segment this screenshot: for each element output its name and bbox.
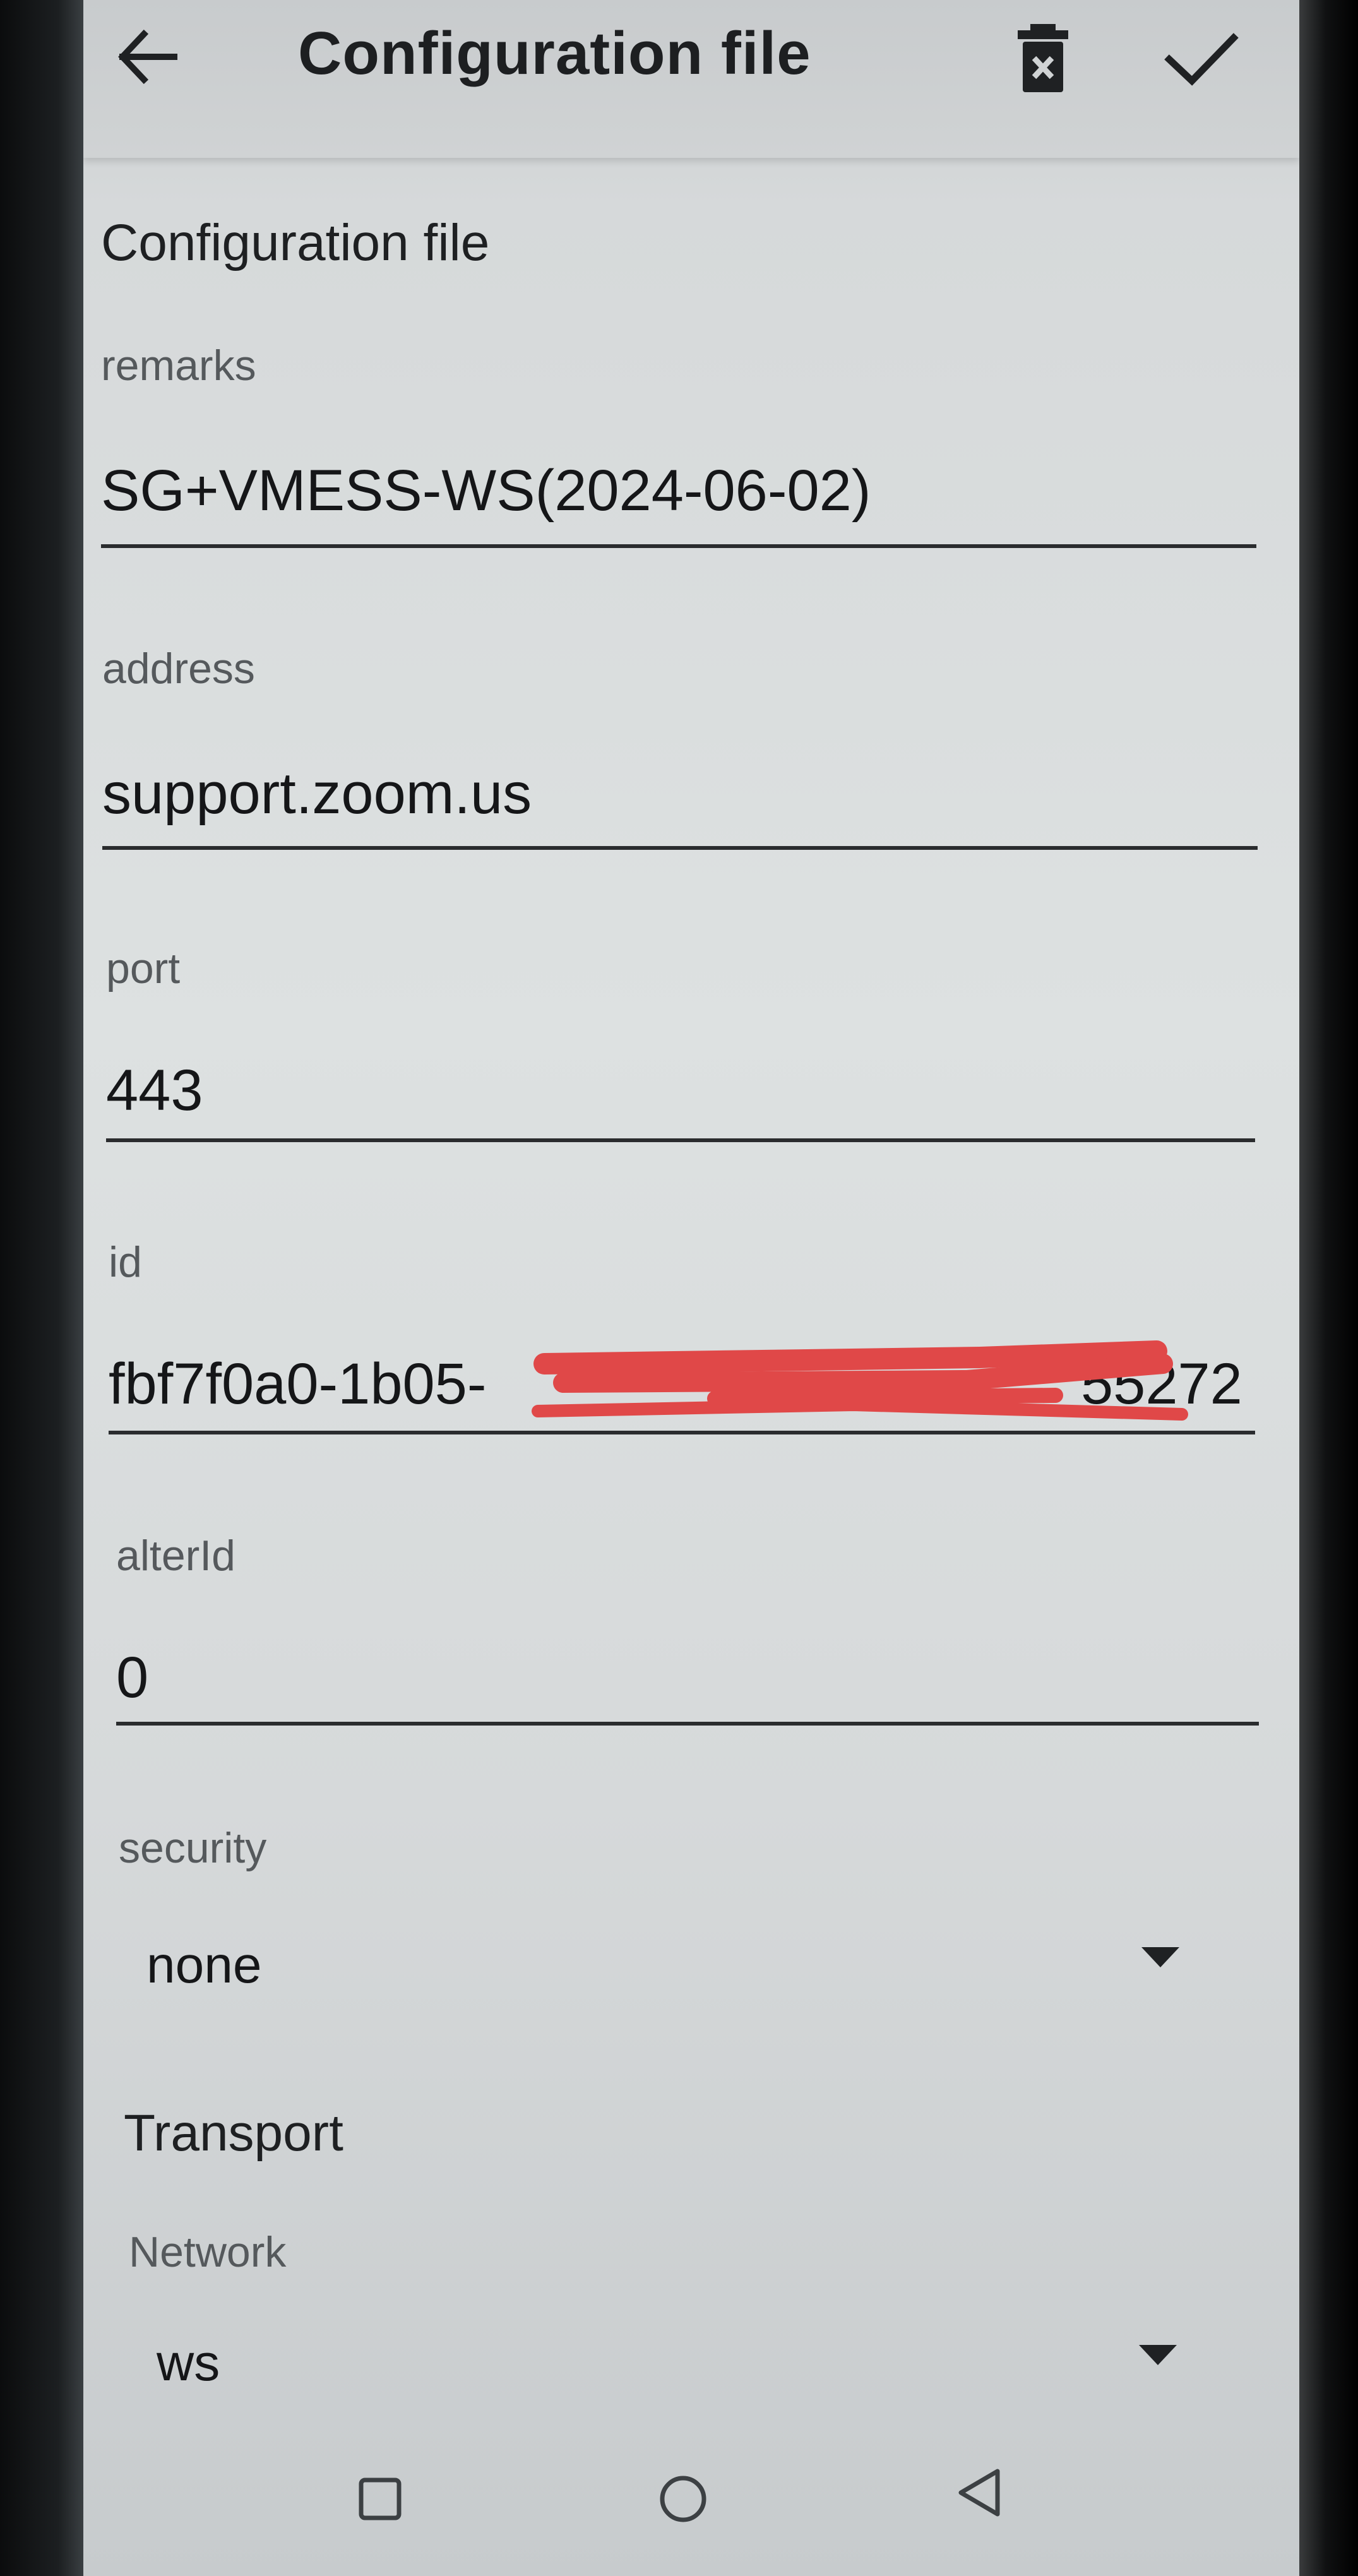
remarks-label: remarks xyxy=(101,342,256,390)
square-recents-icon xyxy=(359,2478,402,2520)
port-field[interactable]: 443 xyxy=(106,1045,1255,1159)
id-value: fbf7f0a0-1b05- xyxy=(109,1352,487,1416)
alterid-underline xyxy=(116,1722,1259,1726)
alterid-value: 0 xyxy=(116,1645,149,1710)
redaction-scribble xyxy=(532,1340,1188,1421)
app-screen: Configuration file Configuration file re… xyxy=(83,0,1299,2576)
page-title: Configuration file xyxy=(298,20,811,87)
back-nav-button[interactable] xyxy=(948,2461,1011,2524)
section-title-configuration: Configuration file xyxy=(101,214,490,271)
remarks-field[interactable]: SG+VMESS-WS(2024-06-02) xyxy=(101,442,1256,556)
alterid-label: alterId xyxy=(116,1532,235,1580)
alterid-field[interactable]: 0 xyxy=(116,1632,1259,1746)
security-label: security xyxy=(119,1824,267,1872)
id-label: id xyxy=(109,1238,142,1286)
security-dropdown[interactable]: none xyxy=(119,1919,1255,2020)
address-field[interactable]: support.zoom.us xyxy=(102,745,1258,859)
check-icon xyxy=(1164,33,1239,86)
address-underline xyxy=(102,846,1258,850)
recents-button[interactable] xyxy=(348,2467,412,2531)
network-label: Network xyxy=(129,2228,287,2276)
remarks-value: SG+VMESS-WS(2024-06-02) xyxy=(101,458,871,523)
device-bezel-left xyxy=(0,0,83,2576)
arrow-left-icon xyxy=(118,29,177,85)
home-button[interactable] xyxy=(652,2467,715,2531)
delete-button[interactable] xyxy=(1005,19,1081,95)
address-label: address xyxy=(102,645,255,693)
device-bezel-right xyxy=(1299,0,1358,2576)
delete-icon xyxy=(1018,24,1068,92)
network-dropdown[interactable]: ws xyxy=(129,2317,1253,2418)
chevron-down-icon xyxy=(1141,1947,1179,1967)
port-value: 443 xyxy=(106,1058,203,1123)
remarks-underline xyxy=(101,544,1256,548)
network-value: ws xyxy=(157,2334,220,2392)
triangle-back-icon xyxy=(958,2469,1000,2517)
system-navigation-bar xyxy=(83,2450,1299,2576)
save-button[interactable] xyxy=(1157,19,1245,95)
circle-home-icon xyxy=(660,2476,706,2522)
section-title-transport: Transport xyxy=(124,2104,343,2162)
security-value: none xyxy=(146,1936,262,1994)
address-value: support.zoom.us xyxy=(102,761,532,826)
back-button[interactable] xyxy=(109,19,184,95)
chevron-down-icon xyxy=(1139,2345,1177,2365)
top-app-bar: Configuration file xyxy=(83,0,1299,158)
port-underline xyxy=(106,1138,1255,1142)
port-label: port xyxy=(106,945,181,993)
